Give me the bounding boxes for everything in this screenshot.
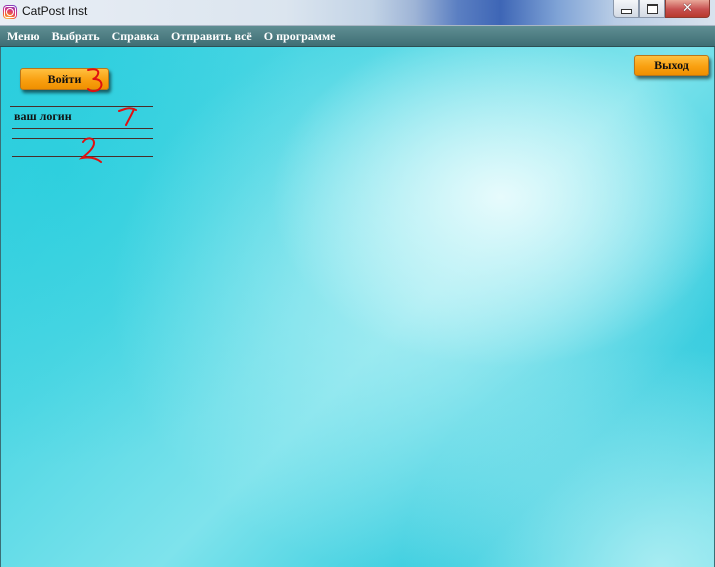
window-title: CatPost Inst — [22, 4, 88, 18]
close-button[interactable]: ✕ — [665, 0, 710, 18]
menu-item-help[interactable]: Справка — [112, 29, 159, 44]
menu-bar: Меню Выбрать Справка Отправить всё О про… — [0, 26, 715, 47]
menu-item-send-all[interactable]: Отправить всё — [171, 29, 252, 44]
close-icon: ✕ — [682, 1, 693, 16]
menu-item-menu[interactable]: Меню — [7, 29, 40, 44]
minimize-icon — [620, 9, 632, 14]
annotation-marker-3: 3 — [87, 68, 103, 93]
instagram-app-icon — [3, 5, 17, 19]
window-titlebar[interactable]: CatPost Inst ✕ — [0, 0, 715, 26]
login-input[interactable]: ваш логин — [14, 109, 124, 124]
annotation-marker-1: 1 — [118, 107, 137, 126]
menu-item-select[interactable]: Выбрать — [52, 29, 100, 44]
password-input[interactable] — [14, 140, 124, 154]
minimize-button[interactable] — [613, 0, 639, 18]
exit-button[interactable]: Выход — [634, 55, 709, 76]
annotation-marker-2: 2 — [79, 137, 102, 163]
main-content-area: Войти Выход ваш логин 3 1 2 — [0, 47, 715, 567]
maximize-button[interactable] — [639, 0, 665, 18]
maximize-icon — [646, 3, 658, 14]
menu-item-about[interactable]: О программе — [264, 29, 336, 44]
login-field-bottom-border — [12, 128, 153, 129]
